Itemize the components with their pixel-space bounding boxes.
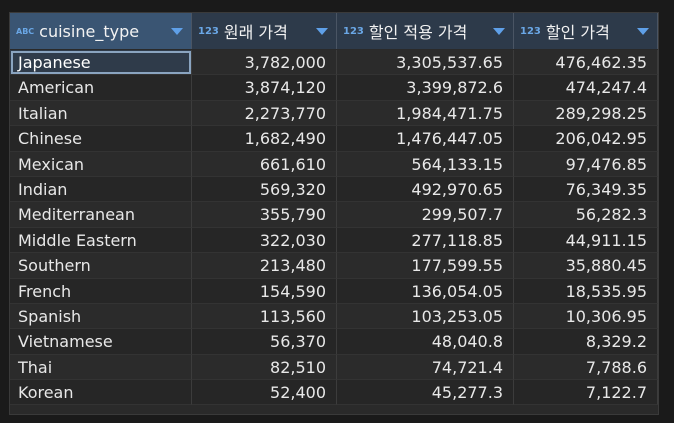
table-row[interactable]: American 3,874,120 3,399,872.6 474,247.4 <box>10 75 658 101</box>
table-row[interactable]: Korean 52,400 45,277.3 7,122.7 <box>10 380 658 406</box>
number-type-icon: 123 <box>520 25 541 37</box>
sort-arrow-icon[interactable] <box>493 28 505 35</box>
table-row[interactable]: Middle Eastern 322,030 277,118.85 44,911.15 <box>10 227 658 254</box>
cell-discounted-price[interactable]: 177,599.55 <box>337 253 514 279</box>
cell-cuisine-type[interactable]: Mediterranean <box>10 202 192 228</box>
cell-discount-amount[interactable]: 97,476.85 <box>514 151 658 177</box>
cell-original-price[interactable]: 3,874,120 <box>192 75 337 101</box>
cell-discount-amount[interactable]: 7,122.7 <box>514 380 658 406</box>
column-header-label: 할인 적용 가격 <box>368 23 468 42</box>
grid-body: Japanese 3,782,000 3,305,537.65 476,462.35 A… <box>10 50 658 406</box>
sort-arrow-icon[interactable] <box>637 28 649 35</box>
cell-original-price[interactable]: 154,590 <box>192 278 337 304</box>
cell-cuisine-type[interactable]: Indian <box>10 176 192 203</box>
cell-discount-amount[interactable]: 44,911.15 <box>514 227 658 254</box>
cell-discount-amount[interactable]: 76,349.35 <box>514 176 658 203</box>
cell-cuisine-type[interactable]: Middle Eastern <box>10 227 192 254</box>
cell-discounted-price[interactable]: 3,399,872.6 <box>337 75 514 101</box>
cell-cuisine-type[interactable]: Japanese <box>10 50 192 76</box>
cell-cuisine-type[interactable]: Italian <box>10 100 192 127</box>
cell-discounted-price[interactable]: 3,305,537.65 <box>337 50 514 76</box>
cell-discount-amount[interactable]: 289,298.25 <box>514 100 658 127</box>
table-row[interactable]: Mediterranean 355,790 299,507.7 56,282.3 <box>10 202 658 228</box>
cell-discounted-price[interactable]: 564,133.15 <box>337 151 514 177</box>
cell-discounted-price[interactable]: 1,984,471.75 <box>337 100 514 127</box>
cell-cuisine-type[interactable]: Spanish <box>10 303 192 330</box>
cell-discount-amount[interactable]: 10,306.95 <box>514 303 658 330</box>
table-row[interactable]: Thai 82,510 74,721.4 7,788.6 <box>10 354 658 381</box>
cell-original-price[interactable]: 569,320 <box>192 176 337 203</box>
cell-cuisine-type[interactable]: Southern <box>10 253 192 279</box>
cell-discounted-price[interactable]: 136,054.05 <box>337 278 514 304</box>
result-grid: ABC cuisine_type 123 원래 가격 123 할인 적용 가격 … <box>9 12 659 415</box>
cell-discount-amount[interactable]: 476,462.35 <box>514 50 658 76</box>
cell-discounted-price[interactable]: 74,721.4 <box>337 354 514 381</box>
number-type-icon: 123 <box>343 25 364 37</box>
table-row[interactable]: Chinese 1,682,490 1,476,447.05 206,042.95 <box>10 126 658 152</box>
column-header-discount-amount[interactable]: 123 할인 가격 <box>514 13 658 49</box>
grid-header: ABC cuisine_type 123 원래 가격 123 할인 적용 가격 … <box>10 13 658 49</box>
cell-discount-amount[interactable]: 7,788.6 <box>514 354 658 381</box>
cell-discount-amount[interactable]: 474,247.4 <box>514 75 658 101</box>
cell-original-price[interactable]: 2,273,770 <box>192 100 337 127</box>
sort-arrow-icon[interactable] <box>316 28 328 35</box>
cell-original-price[interactable]: 213,480 <box>192 253 337 279</box>
text-type-icon: ABC <box>16 26 35 36</box>
cell-cuisine-type[interactable]: French <box>10 278 192 304</box>
cell-cuisine-type[interactable]: Thai <box>10 354 192 381</box>
column-header-cuisine-type[interactable]: ABC cuisine_type <box>10 13 192 49</box>
cell-discounted-price[interactable]: 299,507.7 <box>337 202 514 228</box>
cell-cuisine-type[interactable]: American <box>10 75 192 101</box>
column-header-discounted-price[interactable]: 123 할인 적용 가격 <box>337 13 514 49</box>
cell-original-price[interactable]: 52,400 <box>192 380 337 406</box>
cell-original-price[interactable]: 3,782,000 <box>192 50 337 76</box>
table-row[interactable]: French 154,590 136,054.05 18,535.95 <box>10 278 658 304</box>
table-row[interactable]: Southern 213,480 177,599.55 35,880.45 <box>10 253 658 279</box>
cell-cuisine-type[interactable]: Vietnamese <box>10 329 192 355</box>
cell-original-price[interactable]: 82,510 <box>192 354 337 381</box>
column-header-label: 원래 가격 <box>223 23 288 42</box>
cell-original-price[interactable]: 661,610 <box>192 151 337 177</box>
cell-cuisine-type[interactable]: Korean <box>10 380 192 406</box>
cell-original-price[interactable]: 322,030 <box>192 227 337 254</box>
table-row[interactable]: Japanese 3,782,000 3,305,537.65 476,462.35 <box>10 50 658 76</box>
table-row[interactable]: Indian 569,320 492,970.65 76,349.35 <box>10 176 658 203</box>
cell-discount-amount[interactable]: 206,042.95 <box>514 126 658 152</box>
sort-arrow-icon[interactable] <box>171 28 183 35</box>
cell-discount-amount[interactable]: 8,329.2 <box>514 329 658 355</box>
cell-original-price[interactable]: 56,370 <box>192 329 337 355</box>
cell-discounted-price[interactable]: 45,277.3 <box>337 380 514 406</box>
column-header-label: cuisine_type <box>39 21 140 41</box>
cell-cuisine-type[interactable]: Mexican <box>10 151 192 177</box>
cell-discounted-price[interactable]: 277,118.85 <box>337 227 514 254</box>
cell-original-price[interactable]: 113,560 <box>192 303 337 330</box>
table-row[interactable]: Vietnamese 56,370 48,040.8 8,329.2 <box>10 329 658 355</box>
cell-original-price[interactable]: 355,790 <box>192 202 337 228</box>
cell-discounted-price[interactable]: 1,476,447.05 <box>337 126 514 152</box>
number-type-icon: 123 <box>198 25 219 37</box>
cell-cuisine-type[interactable]: Chinese <box>10 126 192 152</box>
cell-discounted-price[interactable]: 492,970.65 <box>337 176 514 203</box>
table-row[interactable]: Italian 2,273,770 1,984,471.75 289,298.25 <box>10 100 658 127</box>
cell-discount-amount[interactable]: 35,880.45 <box>514 253 658 279</box>
cell-discounted-price[interactable]: 48,040.8 <box>337 329 514 355</box>
column-header-original-price[interactable]: 123 원래 가격 <box>192 13 337 49</box>
cell-discount-amount[interactable]: 56,282.3 <box>514 202 658 228</box>
cell-original-price[interactable]: 1,682,490 <box>192 126 337 152</box>
cell-discount-amount[interactable]: 18,535.95 <box>514 278 658 304</box>
table-row[interactable]: Mexican 661,610 564,133.15 97,476.85 <box>10 151 658 177</box>
column-header-label: 할인 가격 <box>545 23 610 42</box>
cell-discounted-price[interactable]: 103,253.05 <box>337 303 514 330</box>
table-row[interactable]: Spanish 113,560 103,253.05 10,306.95 <box>10 303 658 330</box>
